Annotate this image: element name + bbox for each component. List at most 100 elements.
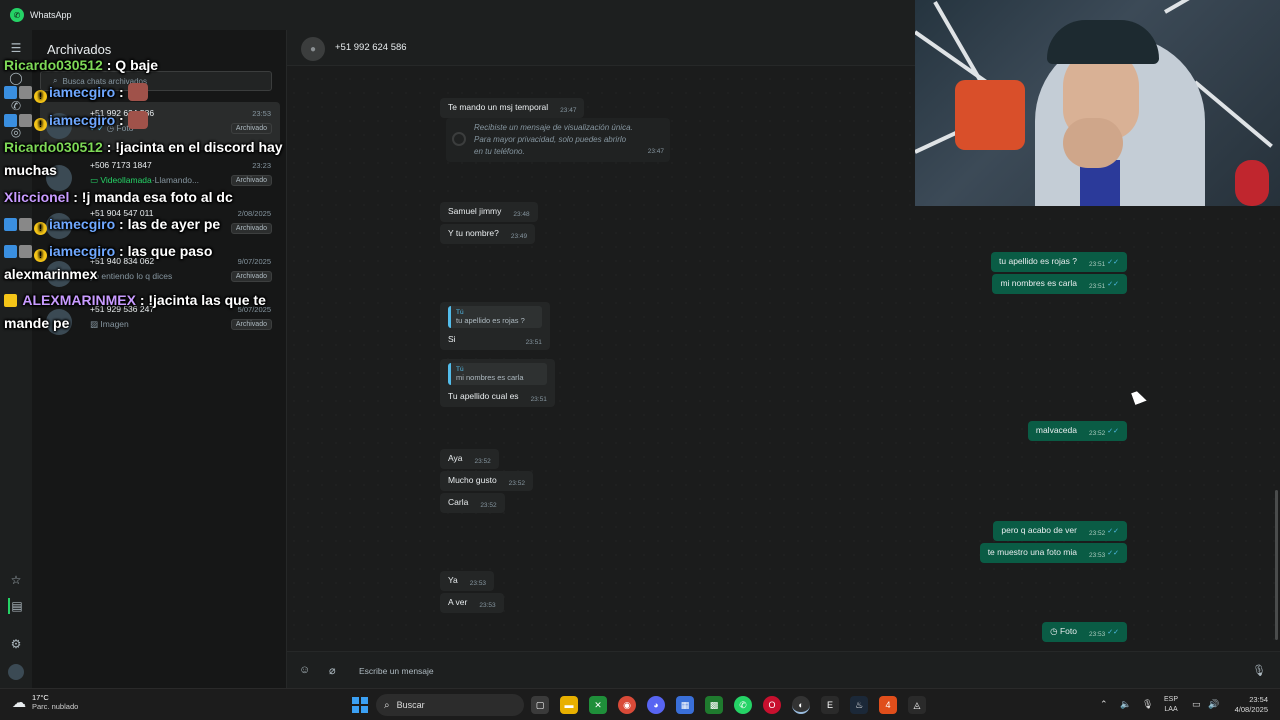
nvidia-icon[interactable]: ◬: [908, 696, 926, 714]
chat-preview: ▨ Imagen: [90, 319, 129, 329]
cloud-icon: ☁: [12, 693, 26, 710]
file-explorer-icon[interactable]: ▬: [560, 696, 578, 714]
image-icon: ▨: [90, 319, 99, 329]
store-icon[interactable]: ▦: [676, 696, 694, 714]
chat-time: 23:53: [252, 109, 271, 118]
speaker-icon[interactable]: 🔈: [1120, 699, 1131, 710]
incoming-reply-message[interactable]: Tú tu apellido es rojas ? Si 23:51: [440, 302, 550, 350]
chat-item[interactable]: +51 992 624 586 23:53 ✓✓ ◷ Foto Archivad…: [40, 102, 280, 150]
settings-icon[interactable]: ⚙: [8, 636, 24, 652]
app-four-icon[interactable]: 4: [879, 696, 897, 714]
chat-preview: yo entiendo lo q dices: [90, 271, 173, 281]
minecraft-icon[interactable]: ▩: [705, 696, 723, 714]
search-placeholder: Busca chats archivados: [62, 76, 147, 86]
whatsapp-icon: ✆: [10, 8, 24, 22]
double-check-icon: ✓✓: [1107, 550, 1119, 557]
scrollbar[interactable]: [1275, 490, 1278, 640]
double-check-icon: ✓✓: [1107, 281, 1119, 288]
incoming-message[interactable]: Te mando un msj temporal 23:47: [440, 98, 585, 118]
outgoing-message[interactable]: tu apellido es rojas ? 23:51 ✓✓: [991, 252, 1127, 272]
chat-name: +51 904 547 011: [90, 208, 154, 218]
chat-time: 2/08/2025: [237, 209, 271, 218]
incoming-reply-message[interactable]: Tú mi nombres es carla Tu apellido cual e…: [440, 359, 555, 407]
outgoing-message[interactable]: mi nombres es carla 23:51 ✓✓: [992, 274, 1127, 294]
search-icon: ⌕: [53, 76, 58, 85]
chevron-up-icon[interactable]: ⌃: [1100, 699, 1108, 710]
outgoing-photo-message[interactable]: ◷ Foto 23:53 ✓✓: [1042, 622, 1127, 642]
video-call-icon: ▭: [90, 175, 99, 185]
quoted-message[interactable]: Tú tu apellido es rojas ?: [448, 306, 542, 328]
quoted-message[interactable]: Tú mi nombres es carla: [448, 363, 547, 385]
windows-start-icon[interactable]: [352, 697, 368, 713]
message-input[interactable]: Escribe un mensaje: [359, 666, 434, 676]
taskbar-search[interactable]: ⌕ Buscar: [376, 694, 524, 716]
photo-icon: ◷: [106, 123, 115, 133]
contact-name: +51 992 624 586: [335, 42, 407, 53]
incoming-message[interactable]: Y tu nombre? 23:49: [440, 224, 536, 244]
outgoing-message[interactable]: pero q acabo de ver 23:52 ✓✓: [993, 521, 1127, 541]
taskbar: ☁ 17°C Parc. nublado ⌕ Buscar ▢ ▬ ✕ ◉ ◕ …: [0, 688, 1280, 720]
chat-name: +506 7173 1847: [90, 160, 152, 170]
weather-widget[interactable]: ☁ 17°C Parc. nublado: [12, 693, 78, 711]
outgoing-message[interactable]: malvaceda 23:52 ✓✓: [1027, 421, 1127, 441]
archived-header: Archivados: [47, 42, 112, 57]
archived-badge: Archivado: [230, 223, 272, 234]
search-input[interactable]: ⌕ Busca chats archivados: [40, 71, 272, 91]
archived-badge: Archivado: [230, 271, 272, 282]
epic-games-icon[interactable]: E: [821, 696, 839, 714]
avatar: [46, 213, 72, 239]
network-icon[interactable]: ▭: [1192, 699, 1201, 710]
status-icon[interactable]: ◎: [8, 124, 24, 140]
menu-icon[interactable]: ☰: [8, 40, 24, 56]
view-once-message[interactable]: Recibiste un mensaje de visualización ún…: [446, 118, 670, 162]
language-indicator[interactable]: ESP LAA: [1164, 695, 1178, 715]
outgoing-message[interactable]: te muestro una foto mia 23:53 ✓✓: [979, 543, 1127, 563]
discord-icon[interactable]: ◕: [647, 696, 665, 714]
chat-item[interactable]: +51 904 547 011 2/08/2025 Archivado: [40, 202, 280, 250]
left-rail: ☰ ◯ ✆ ◎ ☆ ▤ ⚙: [0, 30, 32, 688]
emoji-icon[interactable]: ☺: [299, 664, 310, 676]
calls-icon[interactable]: ✆: [8, 98, 24, 114]
chat-item[interactable]: +51 929 536 247 5/07/2025 ▨ Imagen Archi…: [40, 298, 280, 346]
chat-preview: ▭ Videollamada·Llamando...: [90, 175, 200, 185]
chat-item[interactable]: +51 940 834 062 9/07/2025 yo entiendo lo…: [40, 250, 280, 298]
archived-badge: Archivado: [230, 123, 272, 134]
incoming-message[interactable]: A ver 23:53: [440, 593, 504, 613]
profile-icon[interactable]: [8, 664, 24, 680]
microphone-icon[interactable]: 🎙: [1252, 664, 1266, 677]
steam-icon[interactable]: ♨: [850, 696, 868, 714]
avatar: [46, 261, 72, 287]
streamer-cap: [1047, 20, 1159, 64]
whatsapp-icon[interactable]: ✆: [734, 696, 752, 714]
chrome-icon[interactable]: ◉: [618, 696, 636, 714]
view-once-icon: [452, 132, 466, 146]
task-view-icon[interactable]: ▢: [531, 696, 549, 714]
weather-desc: Parc. nublado: [32, 702, 79, 711]
taskbar-clock[interactable]: 23:54 4/08/2025: [1228, 695, 1268, 715]
obs-icon[interactable]: ◐: [792, 696, 810, 714]
chat-name: +51 992 624 586: [90, 108, 155, 118]
microphone-icon[interactable]: 🎙: [1142, 699, 1153, 710]
opera-icon[interactable]: O: [763, 696, 781, 714]
red-light: [1235, 160, 1269, 206]
volume-icon[interactable]: 🔊: [1208, 699, 1219, 710]
attach-icon[interactable]: ⌀: [329, 664, 336, 677]
incoming-message[interactable]: Mucho gusto 23:52: [440, 471, 533, 491]
search-icon: ⌕: [384, 699, 390, 711]
contact-avatar: ●: [301, 37, 325, 61]
chat-item[interactable]: +506 7173 1847 23:23 ▭ Videollamada·Llam…: [40, 154, 280, 202]
incoming-message[interactable]: Ya 23:53: [440, 571, 495, 591]
avatar: [46, 113, 72, 139]
double-check-icon: ✓✓: [1107, 428, 1119, 435]
starred-icon[interactable]: ☆: [8, 572, 24, 588]
chats-icon[interactable]: ◯: [8, 70, 24, 86]
incoming-message[interactable]: Aya 23:52: [440, 449, 499, 469]
archived-badge: Archivado: [230, 175, 272, 186]
chat-name: +51 940 834 062: [90, 256, 155, 266]
incoming-message[interactable]: Carla 23:52: [440, 493, 505, 513]
archive-icon[interactable]: ▤: [8, 598, 24, 614]
app-title: WhatsApp: [30, 10, 72, 20]
avatar: [46, 309, 72, 335]
incoming-message[interactable]: Samuel jimmy 23:48: [440, 202, 538, 222]
xbox-icon[interactable]: ✕: [589, 696, 607, 714]
